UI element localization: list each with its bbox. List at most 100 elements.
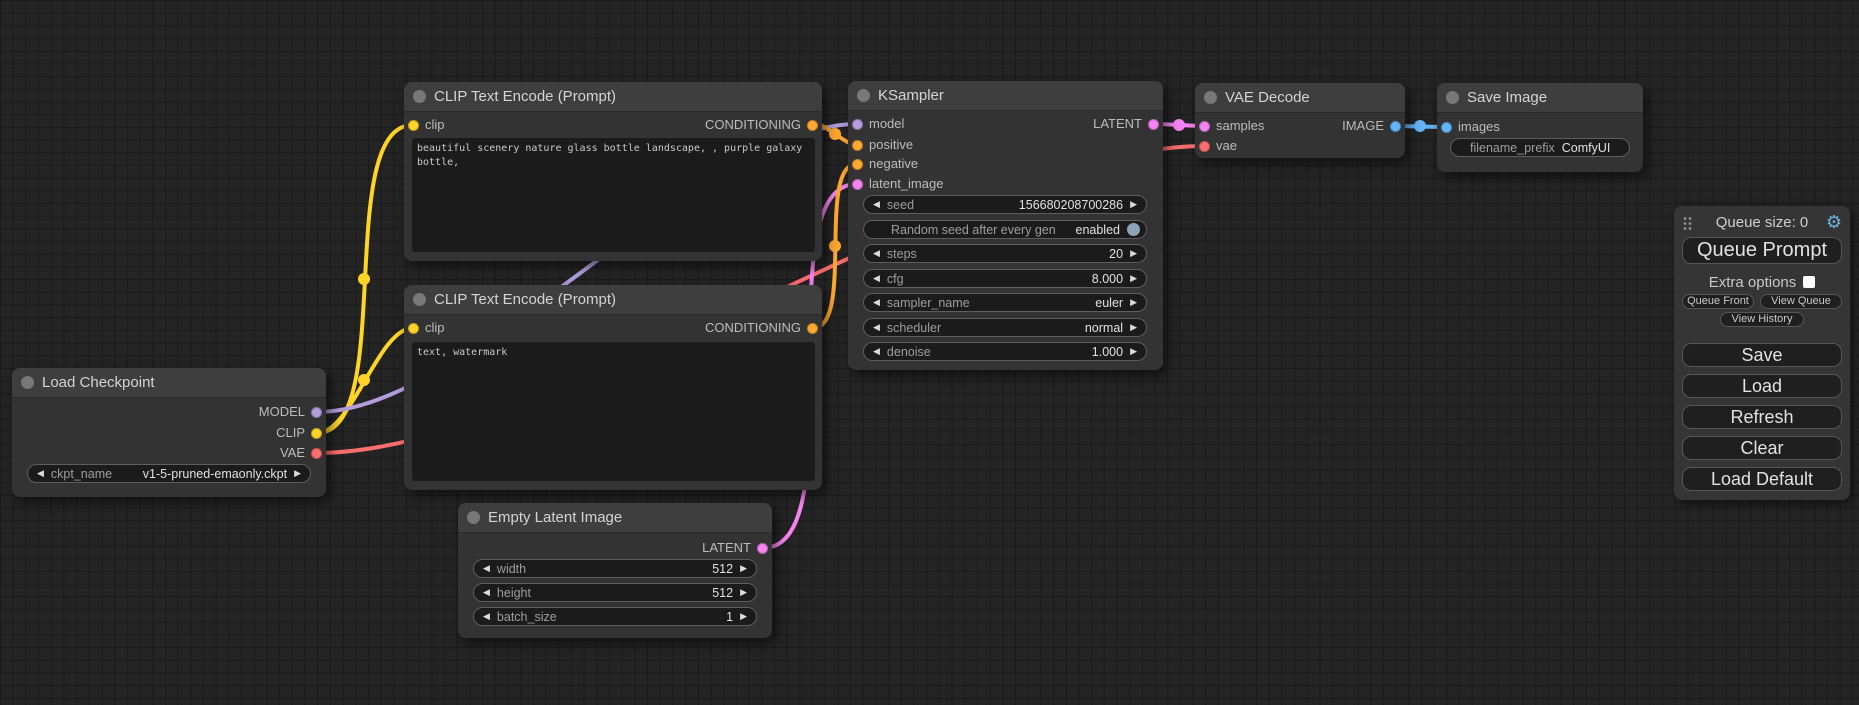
conditioning-output-dot[interactable] (807, 120, 818, 131)
increment-arrow-icon[interactable]: ▶ (1130, 347, 1137, 356)
slot-label: samples (1216, 118, 1264, 133)
filename-prefix-text-widget[interactable]: filename_prefix ComfyUI (1450, 138, 1630, 157)
vae-output-dot[interactable] (311, 448, 322, 459)
clip-output-dot[interactable] (311, 428, 322, 439)
vae-input-dot[interactable] (1199, 141, 1210, 152)
widget-value: v1-5-pruned-emaonly.ckpt (143, 467, 287, 481)
extra-options-checkbox[interactable] (1803, 276, 1815, 288)
queue-front-button[interactable]: Queue Front (1682, 294, 1754, 309)
node-ksampler[interactable]: KSampler model positive negative latent_… (848, 81, 1163, 370)
queue-prompt-button[interactable]: Queue Prompt (1682, 237, 1842, 264)
positive-prompt-textarea[interactable]: beautiful scenery nature glass bottle la… (412, 138, 815, 252)
negative-prompt-textarea[interactable]: text, watermark (412, 342, 815, 481)
decrement-arrow-icon[interactable]: ◀ (873, 200, 880, 209)
node-title-bar[interactable]: KSampler (848, 81, 1163, 111)
extra-options-label: Extra options (1709, 274, 1797, 291)
output-slot-image: IMAGE (1342, 116, 1401, 136)
clip-input-dot[interactable] (408, 323, 419, 334)
save-button[interactable]: Save (1682, 343, 1842, 367)
conditioning-output-dot[interactable] (807, 323, 818, 334)
input-slot-clip: clip (408, 115, 445, 135)
load-button[interactable]: Load (1682, 374, 1842, 398)
node-title-bar[interactable]: CLIP Text Encode (Prompt) (404, 285, 822, 315)
decrement-arrow-icon[interactable]: ◀ (873, 347, 880, 356)
increment-arrow-icon[interactable]: ▶ (740, 564, 747, 573)
sampler-name-combo-widget[interactable]: ◀ sampler_name euler ▶ (863, 293, 1147, 312)
decrement-arrow-icon[interactable]: ◀ (873, 274, 880, 283)
toggle-circle-icon[interactable] (1127, 223, 1140, 236)
node-title-bar[interactable]: VAE Decode (1195, 83, 1405, 113)
seed-number-widget[interactable]: ◀ seed 156680208700286 ▶ (863, 195, 1147, 214)
collapse-dot-icon[interactable] (1204, 91, 1217, 104)
queue-panel: Queue size: 0 ⚙ Queue Prompt Extra optio… (1674, 206, 1850, 500)
increment-arrow-icon[interactable]: ▶ (1130, 323, 1137, 332)
collapse-dot-icon[interactable] (467, 511, 480, 524)
cfg-number-widget[interactable]: ◀ cfg 8.000 ▶ (863, 269, 1147, 288)
slot-label: LATENT (702, 540, 751, 555)
node-title-bar[interactable]: CLIP Text Encode (Prompt) (404, 82, 822, 112)
node-clip-text-encode-negative[interactable]: CLIP Text Encode (Prompt) clip CONDITION… (404, 285, 822, 490)
collapse-dot-icon[interactable] (1446, 91, 1459, 104)
width-number-widget[interactable]: ◀ width 512 ▶ (473, 559, 757, 578)
widget-label: scheduler (887, 321, 941, 335)
negative-input-dot[interactable] (852, 159, 863, 170)
decrement-arrow-icon[interactable]: ◀ (873, 323, 880, 332)
node-title-bar[interactable]: Save Image (1437, 83, 1643, 113)
increment-arrow-icon[interactable]: ▶ (1130, 274, 1137, 283)
samples-input-dot[interactable] (1199, 121, 1210, 132)
collapse-dot-icon[interactable] (413, 90, 426, 103)
clear-button[interactable]: Clear (1682, 436, 1842, 460)
latent-output-dot[interactable] (1148, 119, 1159, 130)
positive-input-dot[interactable] (852, 140, 863, 151)
height-number-widget[interactable]: ◀ height 512 ▶ (473, 583, 757, 602)
decrement-arrow-icon[interactable]: ◀ (37, 469, 44, 478)
node-clip-text-encode-positive[interactable]: CLIP Text Encode (Prompt) clip CONDITION… (404, 82, 822, 261)
model-output-dot[interactable] (311, 407, 322, 418)
collapse-dot-icon[interactable] (857, 89, 870, 102)
node-vae-decode[interactable]: VAE Decode samples vae IMAGE (1195, 83, 1405, 158)
node-title-bar[interactable]: Empty Latent Image (458, 503, 772, 533)
denoise-number-widget[interactable]: ◀ denoise 1.000 ▶ (863, 342, 1147, 361)
collapse-dot-icon[interactable] (413, 293, 426, 306)
node-title: KSampler (878, 87, 944, 104)
decrement-arrow-icon[interactable]: ◀ (873, 298, 880, 307)
view-queue-button[interactable]: View Queue (1760, 294, 1842, 309)
decrement-arrow-icon[interactable]: ◀ (873, 249, 880, 258)
ckpt-name-combo-widget[interactable]: ◀ ckpt_name v1-5-pruned-emaonly.ckpt ▶ (27, 464, 311, 483)
widget-label: filename_prefix (1470, 141, 1555, 155)
scheduler-combo-widget[interactable]: ◀ scheduler normal ▶ (863, 318, 1147, 337)
collapse-dot-icon[interactable] (21, 376, 34, 389)
input-slot-positive: positive (852, 135, 913, 155)
batch-size-number-widget[interactable]: ◀ batch_size 1 ▶ (473, 607, 757, 626)
node-save-image[interactable]: Save Image images filename_prefix ComfyU… (1437, 83, 1643, 172)
widget-label: seed (887, 198, 914, 212)
load-default-button[interactable]: Load Default (1682, 467, 1842, 491)
increment-arrow-icon[interactable]: ▶ (294, 469, 301, 478)
images-input-dot[interactable] (1441, 122, 1452, 133)
link-midpoint-dot (829, 128, 841, 140)
slot-label: vae (1216, 138, 1237, 153)
node-title-bar[interactable]: Load Checkpoint (12, 368, 326, 398)
increment-arrow-icon[interactable]: ▶ (740, 612, 747, 621)
increment-arrow-icon[interactable]: ▶ (740, 588, 747, 597)
increment-arrow-icon[interactable]: ▶ (1130, 298, 1137, 307)
steps-number-widget[interactable]: ◀ steps 20 ▶ (863, 244, 1147, 263)
decrement-arrow-icon[interactable]: ◀ (483, 612, 490, 621)
latent-output-dot[interactable] (757, 543, 768, 554)
settings-gear-icon[interactable]: ⚙ (1826, 211, 1842, 233)
clip-input-dot[interactable] (408, 120, 419, 131)
increment-arrow-icon[interactable]: ▶ (1130, 249, 1137, 258)
refresh-button[interactable]: Refresh (1682, 405, 1842, 429)
latent-input-dot[interactable] (852, 179, 863, 190)
decrement-arrow-icon[interactable]: ◀ (483, 564, 490, 573)
node-empty-latent-image[interactable]: Empty Latent Image LATENT ◀ width 512 ▶ … (458, 503, 772, 638)
model-input-dot[interactable] (852, 119, 863, 130)
random-seed-toggle-widget[interactable]: Random seed after every gen enabled (863, 220, 1147, 239)
decrement-arrow-icon[interactable]: ◀ (483, 588, 490, 597)
slot-label: CONDITIONING (705, 320, 801, 335)
node-title: CLIP Text Encode (Prompt) (434, 88, 616, 105)
view-history-button[interactable]: View History (1720, 312, 1804, 327)
increment-arrow-icon[interactable]: ▶ (1130, 200, 1137, 209)
image-output-dot[interactable] (1390, 121, 1401, 132)
node-load-checkpoint[interactable]: Load Checkpoint MODEL CLIP VAE ◀ ckpt_na… (12, 368, 326, 497)
